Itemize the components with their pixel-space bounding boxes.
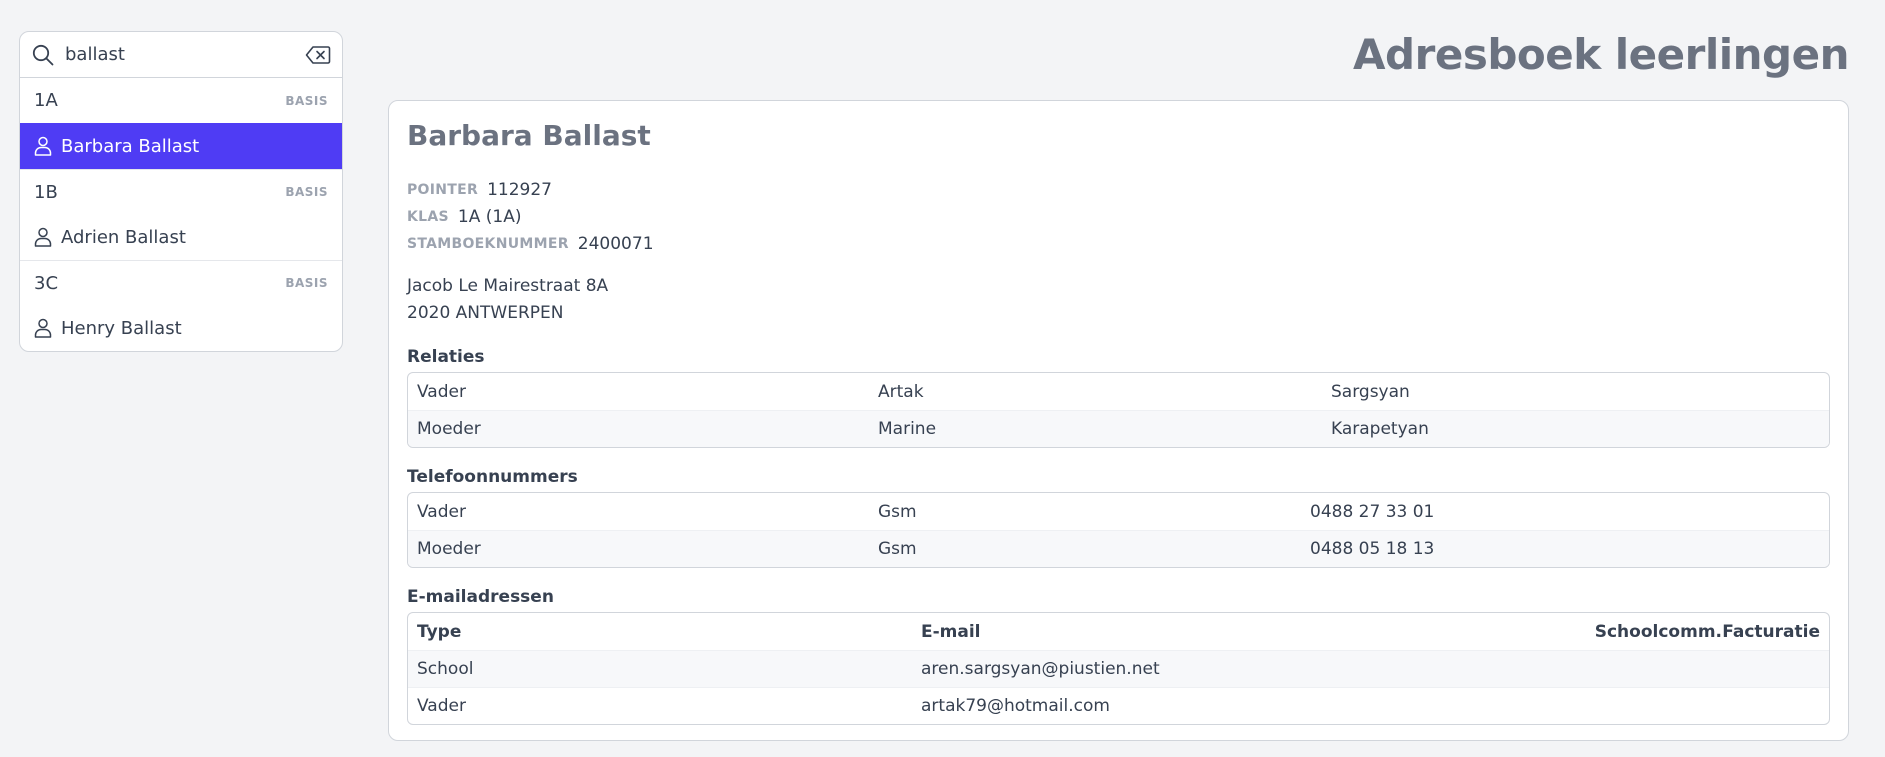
section-title-relaties: Relaties — [407, 347, 485, 367]
meta-klas: KLAS 1A (1A) — [407, 203, 654, 230]
telefoon-table: Vader Gsm 0488 27 33 01 Moeder Gsm 0488 … — [407, 492, 1830, 568]
relation-cell: Moeder — [417, 539, 481, 559]
search-panel: 1A BASIS Barbara Ballast 1B BASIS Adrien… — [19, 31, 343, 352]
meta-label: KLAS — [407, 208, 449, 225]
header-schoolcomm: Schoolcomm. — [1594, 621, 1722, 642]
table-row: Vader artak79@hotmail.com — [408, 687, 1829, 724]
student-result-adrien-ballast[interactable]: Adrien Ballast — [20, 214, 342, 260]
meta-stamboeknummer: STAMBOEKNUMMER 2400071 — [407, 230, 654, 257]
user-icon — [34, 136, 52, 156]
email-type-cell: Vader — [417, 696, 466, 716]
table-row: School aren.sargsyan@piustien.net — [408, 650, 1829, 687]
meta-pointer: POINTER 112927 — [407, 176, 654, 203]
meta-value: 1A (1A) — [457, 206, 522, 227]
student-name: Barbara Ballast — [407, 119, 651, 152]
table-row: Vader Gsm 0488 27 33 01 — [408, 493, 1829, 530]
address-line-city: 2020 ANTWERPEN — [407, 303, 564, 323]
student-meta: POINTER 112927 KLAS 1A (1A) STAMBOEKNUMM… — [407, 176, 654, 257]
phone-number-cell: 0488 05 18 13 — [1310, 539, 1435, 559]
section-title-telefoon: Telefoonnummers — [407, 467, 578, 487]
relaties-table: Vader Artak Sargsyan Moeder Marine Karap… — [407, 372, 1830, 448]
last-name-cell: Sargsyan — [1331, 381, 1410, 402]
section-title-email: E-mailadressen — [407, 587, 554, 607]
student-result-henry-ballast[interactable]: Henry Ballast — [20, 305, 342, 351]
student-result-name: Adrien Ballast — [61, 226, 186, 248]
header-facturatie: Facturatie — [1722, 621, 1820, 642]
group-header-3c: 3C BASIS — [20, 260, 342, 305]
email-type-cell: School — [417, 659, 474, 679]
email-address-cell: artak79@hotmail.com — [921, 696, 1110, 716]
user-icon — [34, 318, 52, 338]
header-email: E-mail — [921, 621, 981, 642]
phone-type-cell: Gsm — [878, 501, 917, 522]
clear-search-button[interactable] — [304, 43, 332, 67]
group-name: 1A — [34, 90, 58, 111]
table-row: Moeder Gsm 0488 05 18 13 — [408, 530, 1829, 567]
phone-number-cell: 0488 27 33 01 — [1310, 501, 1435, 522]
group-name: 1B — [34, 181, 58, 203]
relation-cell: Moeder — [417, 419, 481, 439]
group-tag: BASIS — [285, 276, 328, 290]
address-line-street: Jacob Le Mairestraat 8A — [407, 276, 609, 296]
relation-cell: Vader — [417, 381, 466, 402]
student-result-name: Barbara Ballast — [61, 135, 200, 157]
relation-cell: Vader — [417, 501, 466, 522]
student-address: Jacob Le Mairestraat 8A 2020 ANTWERPEN — [407, 273, 608, 327]
user-icon — [34, 227, 52, 247]
first-name-cell: Artak — [878, 381, 924, 402]
page-title: Adresboek leerlingen — [1353, 30, 1849, 79]
results-list: 1A BASIS Barbara Ballast 1B BASIS Adrien… — [20, 78, 342, 351]
meta-value: 112927 — [487, 179, 552, 200]
group-header-1b: 1B BASIS — [20, 169, 342, 214]
last-name-cell: Karapetyan — [1331, 419, 1429, 439]
table-row: Vader Artak Sargsyan — [408, 373, 1829, 410]
search-icon — [31, 43, 55, 67]
student-result-name: Henry Ballast — [61, 317, 182, 339]
email-table: Type E-mail Schoolcomm. Facturatie Schoo… — [407, 612, 1830, 725]
phone-type-cell: Gsm — [878, 539, 917, 559]
group-header-1a: 1A BASIS — [20, 78, 342, 123]
student-result-barbara-ballast[interactable]: Barbara Ballast — [20, 123, 342, 169]
student-detail-card: Barbara Ballast POINTER 112927 KLAS 1A (… — [388, 100, 1849, 741]
group-tag: BASIS — [285, 185, 328, 199]
group-name: 3C — [34, 272, 59, 294]
header-type: Type — [417, 621, 462, 642]
backspace-icon — [305, 45, 331, 64]
first-name-cell: Marine — [878, 419, 937, 439]
table-row: Moeder Marine Karapetyan — [408, 410, 1829, 447]
group-tag: BASIS — [285, 93, 328, 108]
search-bar — [20, 32, 342, 78]
table-header-row: Type E-mail Schoolcomm. Facturatie — [408, 613, 1829, 650]
meta-label: STAMBOEKNUMMER — [407, 235, 569, 252]
email-address-cell: aren.sargsyan@piustien.net — [921, 659, 1160, 679]
meta-value: 2400071 — [577, 233, 654, 254]
search-input[interactable] — [55, 44, 304, 65]
meta-label: POINTER — [407, 181, 479, 198]
